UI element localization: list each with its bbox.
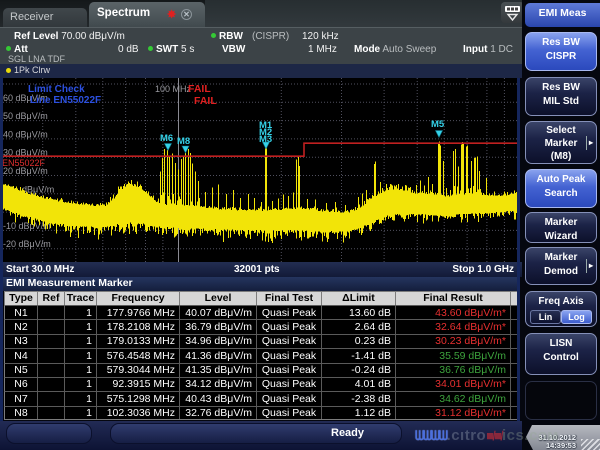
svg-text:Line EN55022F: Line EN55022F: [30, 95, 101, 106]
svg-text:M8: M8: [177, 136, 190, 147]
svg-text:M6: M6: [160, 133, 173, 144]
svg-text:100 MHz: 100 MHz: [155, 84, 192, 94]
svg-text:FAIL: FAIL: [188, 83, 211, 95]
svg-text:Limit Check: Limit Check: [28, 84, 85, 95]
svg-text:50 dBμV/m: 50 dBμV/m: [3, 111, 48, 121]
svg-text:-20 dBμV/m: -20 dBμV/m: [3, 239, 51, 249]
svg-text:FAIL: FAIL: [194, 95, 217, 107]
svg-text:40 dBμV/m: 40 dBμV/m: [3, 129, 48, 139]
svg-text:M5: M5: [431, 119, 445, 130]
svg-text:EN55022F: EN55022F: [2, 158, 46, 168]
